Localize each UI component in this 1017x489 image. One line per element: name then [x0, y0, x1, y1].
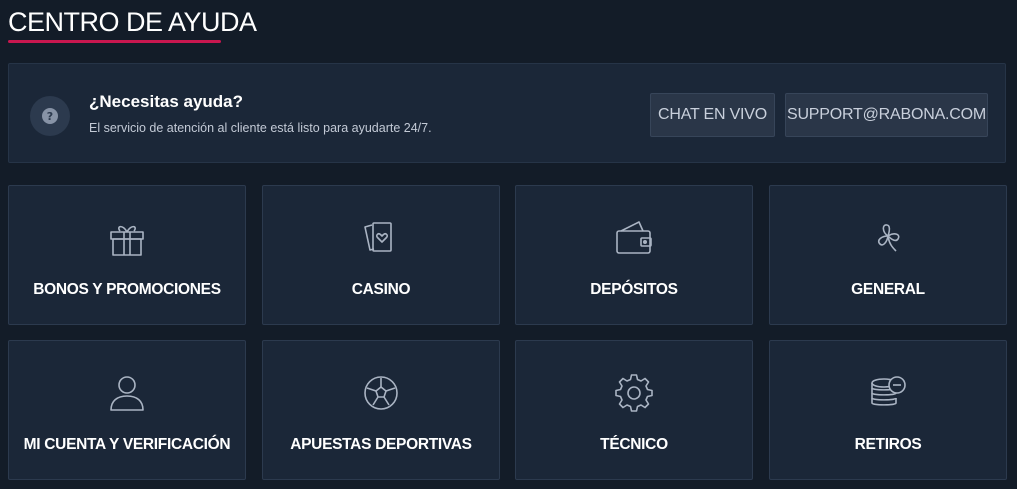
user-icon — [105, 371, 149, 415]
category-tile-casino[interactable]: CASINO — [262, 185, 500, 325]
help-heading: ¿Necesitas ayuda? — [89, 92, 244, 111]
coins-withdraw-icon — [866, 371, 910, 415]
support-email-button[interactable]: SUPPORT@RABONA.COM — [785, 93, 988, 137]
gear-icon — [612, 371, 656, 415]
category-label: RETIROS — [854, 436, 922, 453]
clover-icon — [866, 216, 910, 260]
category-tile-general[interactable]: GENERAL — [769, 185, 1007, 325]
help-subtext: El servicio de atención al cliente está … — [89, 121, 432, 135]
gift-icon — [105, 216, 149, 260]
category-tile-mi-cuenta[interactable]: MI CUENTA Y VERIFICACIÓN — [8, 340, 246, 480]
soccer-ball-icon — [359, 371, 403, 415]
category-label: APUESTAS DEPORTIVAS — [290, 436, 472, 453]
category-label: GENERAL — [851, 281, 925, 298]
category-tile-apuestas[interactable]: APUESTAS DEPORTIVAS — [262, 340, 500, 480]
page-title: CENTRO DE AYUDA — [8, 7, 257, 37]
title-underline — [8, 40, 221, 43]
category-label: BONOS Y PROMOCIONES — [33, 281, 221, 298]
live-chat-button[interactable]: CHAT EN VIVO — [650, 93, 775, 137]
category-label: TÉCNICO — [600, 436, 668, 453]
category-label: CASINO — [351, 281, 411, 298]
category-tile-depositos[interactable]: DEPÓSITOS — [515, 185, 753, 325]
category-tile-bonos[interactable]: BONOS Y PROMOCIONES — [8, 185, 246, 325]
category-label: MI CUENTA Y VERIFICACIÓN — [23, 436, 231, 453]
category-tile-tecnico[interactable]: TÉCNICO — [515, 340, 753, 480]
playing-cards-icon — [359, 216, 403, 260]
question-circle-icon: ? — [30, 96, 70, 136]
wallet-icon — [612, 216, 656, 260]
help-banner: ? ¿Necesitas ayuda? El servicio de atenc… — [8, 63, 1006, 163]
category-tile-retiros[interactable]: RETIROS — [769, 340, 1007, 480]
category-label: DEPÓSITOS — [590, 281, 678, 298]
